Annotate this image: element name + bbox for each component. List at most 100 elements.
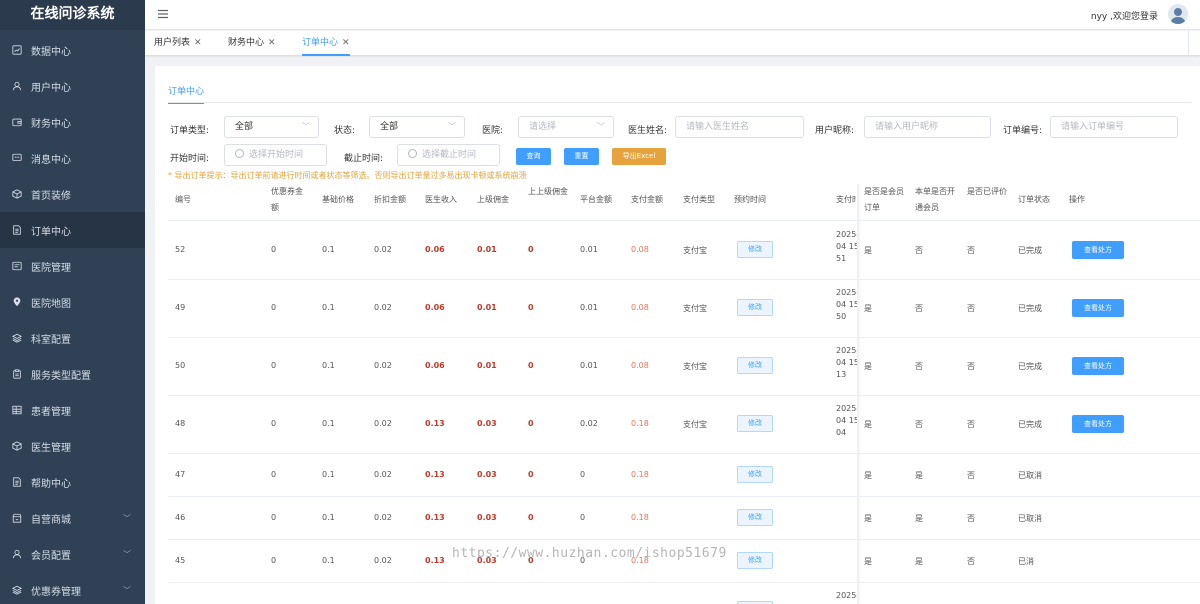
cell-opened-member: 否: [915, 304, 923, 313]
view-prescription-button[interactable]: 查看处方: [1072, 357, 1124, 375]
column-header-base-price: 基础价格: [322, 195, 354, 204]
sidebar-item[interactable]: 财务中心: [0, 104, 145, 140]
order-no-placeholder: 请输入订单编号: [1061, 122, 1125, 132]
cell-base-price: 0.1: [322, 555, 335, 565]
nickname-label: 用户昵称:: [815, 126, 855, 136]
cell-coupon: 0: [271, 469, 277, 479]
sidebar-item[interactable]: 帮助中心: [0, 464, 145, 500]
tab-label: 订单中心: [302, 38, 339, 48]
end-time-picker[interactable]: 选择截止时间: [397, 144, 500, 166]
modify-button[interactable]: 修改: [737, 551, 773, 569]
modify-button[interactable]: 修改: [737, 508, 773, 526]
sidebar-item-label: 自营商城: [31, 514, 71, 526]
sidebar-item-label: 帮助中心: [31, 478, 71, 490]
modify-button[interactable]: 修改: [737, 357, 773, 374]
cell-discount: 0.02: [374, 555, 392, 565]
view-prescription-button[interactable]: 查看处方: [1072, 299, 1124, 317]
order-no-input[interactable]: 请输入订单编号: [1050, 116, 1178, 138]
sidebar-item[interactable]: 会员配置 ﹀: [0, 536, 145, 572]
hospital-placeholder: 请选择: [529, 122, 557, 132]
order-type-select[interactable]: 全部 ﹀: [224, 116, 319, 138]
sidebar-item[interactable]: 医生管理: [0, 428, 145, 464]
cell-upper-upper-commission: 0: [528, 469, 534, 479]
sidebar-item[interactable]: 优惠券管理 ﹀: [0, 572, 145, 604]
modify-button[interactable]: 修改: [737, 415, 773, 432]
sidebar-item[interactable]: 患者管理: [0, 392, 145, 428]
cell-pay-type: 支付宝: [683, 246, 707, 255]
sidebar-item[interactable]: 服务类型配置: [0, 356, 145, 392]
reset-button[interactable]: 重置: [564, 148, 599, 165]
cell-coupon: 0: [271, 361, 277, 370]
top-header: nyy ,欢迎您登录: [145, 0, 1200, 30]
cell-is-member-order: 是: [864, 513, 872, 523]
cell-upper-commission: 0.03: [477, 469, 497, 479]
start-time-picker[interactable]: 选择开始时间: [224, 144, 327, 166]
divider: [168, 102, 1192, 103]
hamburger-icon[interactable]: [157, 8, 169, 20]
cell-upper-commission: 0.01: [477, 245, 497, 254]
tab-finance[interactable]: 财务中心 ✕: [228, 31, 276, 56]
doctor-name-input[interactable]: 请输入医生姓名: [675, 116, 804, 138]
tab-user-list[interactable]: 用户列表 ✕: [154, 31, 202, 56]
modify-button[interactable]: 修改: [737, 299, 773, 316]
query-button[interactable]: 查询: [516, 148, 551, 165]
close-icon[interactable]: ✕: [268, 38, 276, 48]
sidebar-item[interactable]: 数据中心: [0, 32, 145, 68]
cell-reviewed: 否: [967, 513, 975, 523]
sidebar-item[interactable]: 消息中心: [0, 140, 145, 176]
cell-paid-amount: 0.08: [631, 361, 649, 370]
sidebar-item-label: 会员配置: [31, 550, 71, 562]
hospital-select[interactable]: 请选择 ﹀: [518, 116, 614, 138]
cell-id: 46: [175, 512, 186, 522]
row-divider: [168, 539, 1200, 540]
tab-order-center[interactable]: 订单中心 ✕: [302, 31, 350, 56]
sidebar-item[interactable]: 订单中心: [0, 212, 145, 248]
cell-reviewed: 否: [967, 362, 975, 371]
column-header-paid-amount: 支付金额: [631, 195, 663, 204]
nickname-input[interactable]: 请输入用户昵称: [864, 116, 991, 138]
view-prescription-button[interactable]: 查看处方: [1072, 241, 1124, 259]
sidebar-item[interactable]: 首页装修: [0, 176, 145, 212]
cell-id: 48: [175, 419, 186, 428]
tabs-more-handle[interactable]: [1188, 31, 1200, 55]
close-icon[interactable]: ✕: [342, 38, 350, 48]
start-placeholder: 选择开始时间: [249, 150, 304, 160]
sidebar-item[interactable]: 科室配置: [0, 320, 145, 356]
column-header-upper-upper-commission: 上上级佣金: [528, 187, 568, 196]
modify-button[interactable]: 修改: [737, 465, 773, 483]
cell-order-status: 已取消: [1018, 470, 1042, 480]
sidebar-item-label: 服务类型配置: [31, 370, 91, 382]
cell-base-price: 0.1: [322, 245, 335, 254]
cell-opened-member: 是: [915, 470, 923, 480]
sidebar-item[interactable]: 医院管理: [0, 248, 145, 284]
sidebar-item[interactable]: 自营商城 ﹀: [0, 500, 145, 536]
close-icon[interactable]: ✕: [194, 38, 202, 48]
sidebar-item[interactable]: 用户中心: [0, 68, 145, 104]
export-excel-button[interactable]: 导出Excel: [612, 148, 666, 165]
cell-id: 49: [175, 303, 186, 312]
column-header-platform-amount: 平台金额: [580, 195, 612, 204]
location-icon: [12, 297, 22, 307]
cell-paid-amount: 0.18: [631, 419, 649, 428]
cell-order-status: 已完成: [1018, 420, 1042, 429]
column-header-doctor-income: 医生收入: [425, 195, 457, 204]
cell-discount: 0.02: [374, 419, 392, 428]
view-prescription-button[interactable]: 查看处方: [1072, 415, 1124, 433]
shop-icon: [12, 513, 22, 523]
clock-icon: [235, 149, 244, 158]
status-select[interactable]: 全部 ﹀: [369, 116, 465, 138]
cell-reviewed: 否: [967, 420, 975, 429]
row-divider: [168, 496, 1200, 497]
column-header-pay-time: 支付时间: [836, 195, 856, 204]
sidebar-item[interactable]: 医院地图: [0, 284, 145, 320]
cell-upper-commission: 0.03: [477, 419, 497, 428]
modify-button[interactable]: 修改: [737, 241, 773, 258]
pay-time-cell: 51: [836, 254, 847, 263]
column-header-order-status: 订单状态: [1018, 195, 1050, 204]
cell-upper-upper-commission: 0: [528, 245, 534, 254]
cell-coupon: 0: [271, 419, 277, 428]
doctor-placeholder: 请输入医生姓名: [686, 122, 750, 132]
avatar[interactable]: [1168, 4, 1188, 24]
layers-icon: [12, 585, 22, 595]
inner-tab-order-center[interactable]: 订单中心: [168, 84, 205, 104]
